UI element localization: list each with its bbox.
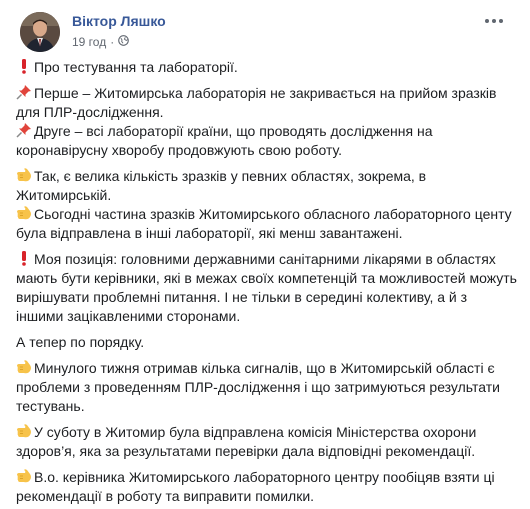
- more-options-button[interactable]: [484, 14, 504, 28]
- paragraph-text: У суботу в Житомир була відправлена комі…: [16, 424, 477, 459]
- pushpin-icon: [16, 84, 32, 100]
- post-paragraph: Про тестування та лабораторії.: [16, 58, 518, 77]
- exclamation-icon: [16, 58, 32, 74]
- paragraph-text: Так, є велика кількість зразків у певних…: [16, 168, 427, 203]
- post-paragraph: В.о. керівника Житомирського лабораторно…: [16, 468, 518, 506]
- point-right-icon: [16, 205, 32, 221]
- post-meta: 19 год ·: [72, 35, 130, 49]
- paragraph-text: Моя позиція: головними державними саніта…: [16, 251, 517, 324]
- paragraph-text: Друге – всі лабораторії країни, що прово…: [16, 123, 433, 158]
- post-paragraph: Сьогодні частина зразків Житомирського о…: [16, 205, 518, 243]
- post-body: Про тестування та лабораторії. Перше – Жи…: [10, 56, 518, 506]
- post-paragraph: Минулого тижня отримав кілька сигналів, …: [16, 359, 518, 416]
- facebook-post: Віктор Ляшко 19 год · Про тестування та …: [0, 0, 530, 509]
- post-paragraph: Перше – Житомирська лабораторія не закри…: [16, 84, 518, 122]
- post-paragraph: Друге – всі лабораторії країни, що прово…: [16, 122, 518, 160]
- post-paragraph: Моя позиція: головними державними саніта…: [16, 250, 518, 326]
- more-options-icon: [485, 19, 489, 23]
- paragraph-text: Минулого тижня отримав кілька сигналів, …: [16, 360, 500, 414]
- paragraph-text: Сьогодні частина зразків Житомирського о…: [16, 206, 512, 241]
- point-right-icon: [16, 359, 32, 375]
- post-paragraph: У суботу в Житомир була відправлена комі…: [16, 423, 518, 461]
- post-header: Віктор Ляшко 19 год ·: [10, 0, 518, 56]
- point-right-icon: [16, 468, 32, 484]
- point-right-icon: [16, 423, 32, 439]
- post-timestamp[interactable]: 19 год: [72, 35, 106, 49]
- author-avatar[interactable]: [20, 12, 60, 52]
- globe-icon[interactable]: [118, 35, 130, 49]
- exclamation-icon: [16, 250, 32, 266]
- post-paragraph: Так, є велика кількість зразків у певних…: [16, 167, 518, 205]
- paragraph-text: Перше – Житомирська лабораторія не закри…: [16, 85, 497, 120]
- point-right-icon: [16, 167, 32, 183]
- paragraph-text: А тепер по порядку.: [16, 334, 145, 350]
- paragraph-text: В.о. керівника Житомирського лабораторно…: [16, 469, 495, 504]
- paragraph-text: Про тестування та лабораторії.: [34, 59, 238, 75]
- post-paragraph: А тепер по порядку.: [16, 333, 518, 352]
- author-name[interactable]: Віктор Ляшко: [72, 13, 166, 29]
- pushpin-icon: [16, 122, 32, 138]
